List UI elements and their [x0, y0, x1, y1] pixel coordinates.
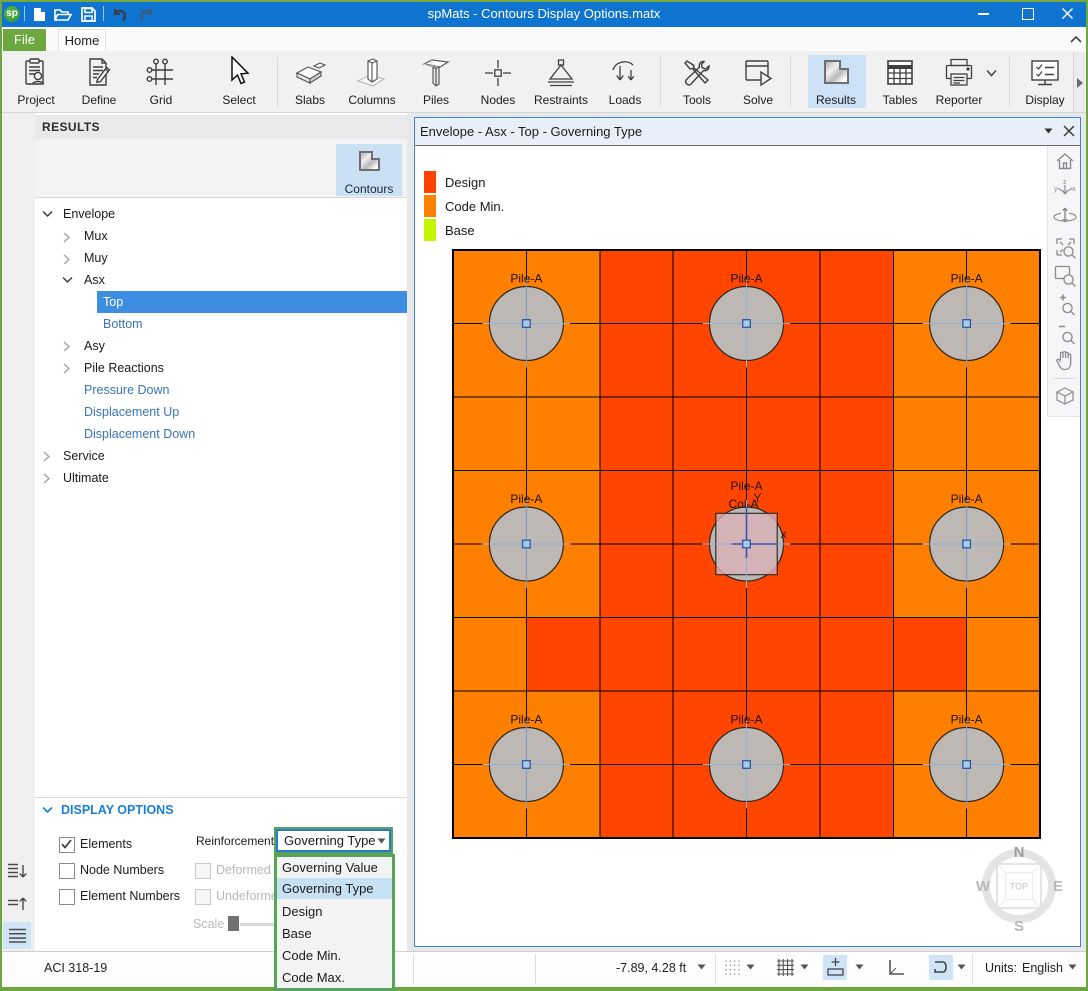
- svg-text:y: y: [1054, 186, 1058, 193]
- svg-text:x: x: [781, 527, 787, 541]
- svg-text:Y: Y: [754, 491, 762, 505]
- svg-text:x: x: [1072, 186, 1076, 193]
- svg-text:Pile-A: Pile-A: [730, 272, 762, 286]
- svg-text:Pile-A: Pile-A: [510, 492, 542, 506]
- svg-text:Pile-A: Pile-A: [510, 713, 542, 727]
- svg-text:Pile-A: Pile-A: [510, 272, 542, 286]
- svg-text:N: N: [1014, 844, 1025, 861]
- svg-text:Pile-A: Pile-A: [951, 492, 983, 506]
- svg-text:Pile-A: Pile-A: [951, 272, 983, 286]
- svg-text:W: W: [976, 878, 991, 895]
- svg-text:S: S: [1014, 918, 1024, 934]
- svg-text:E: E: [1053, 878, 1063, 895]
- svg-text:Pile-A: Pile-A: [730, 713, 762, 727]
- svg-text:TOP: TOP: [1010, 882, 1028, 892]
- svg-text:z: z: [1063, 179, 1067, 186]
- svg-text:Pile-A: Pile-A: [951, 713, 983, 727]
